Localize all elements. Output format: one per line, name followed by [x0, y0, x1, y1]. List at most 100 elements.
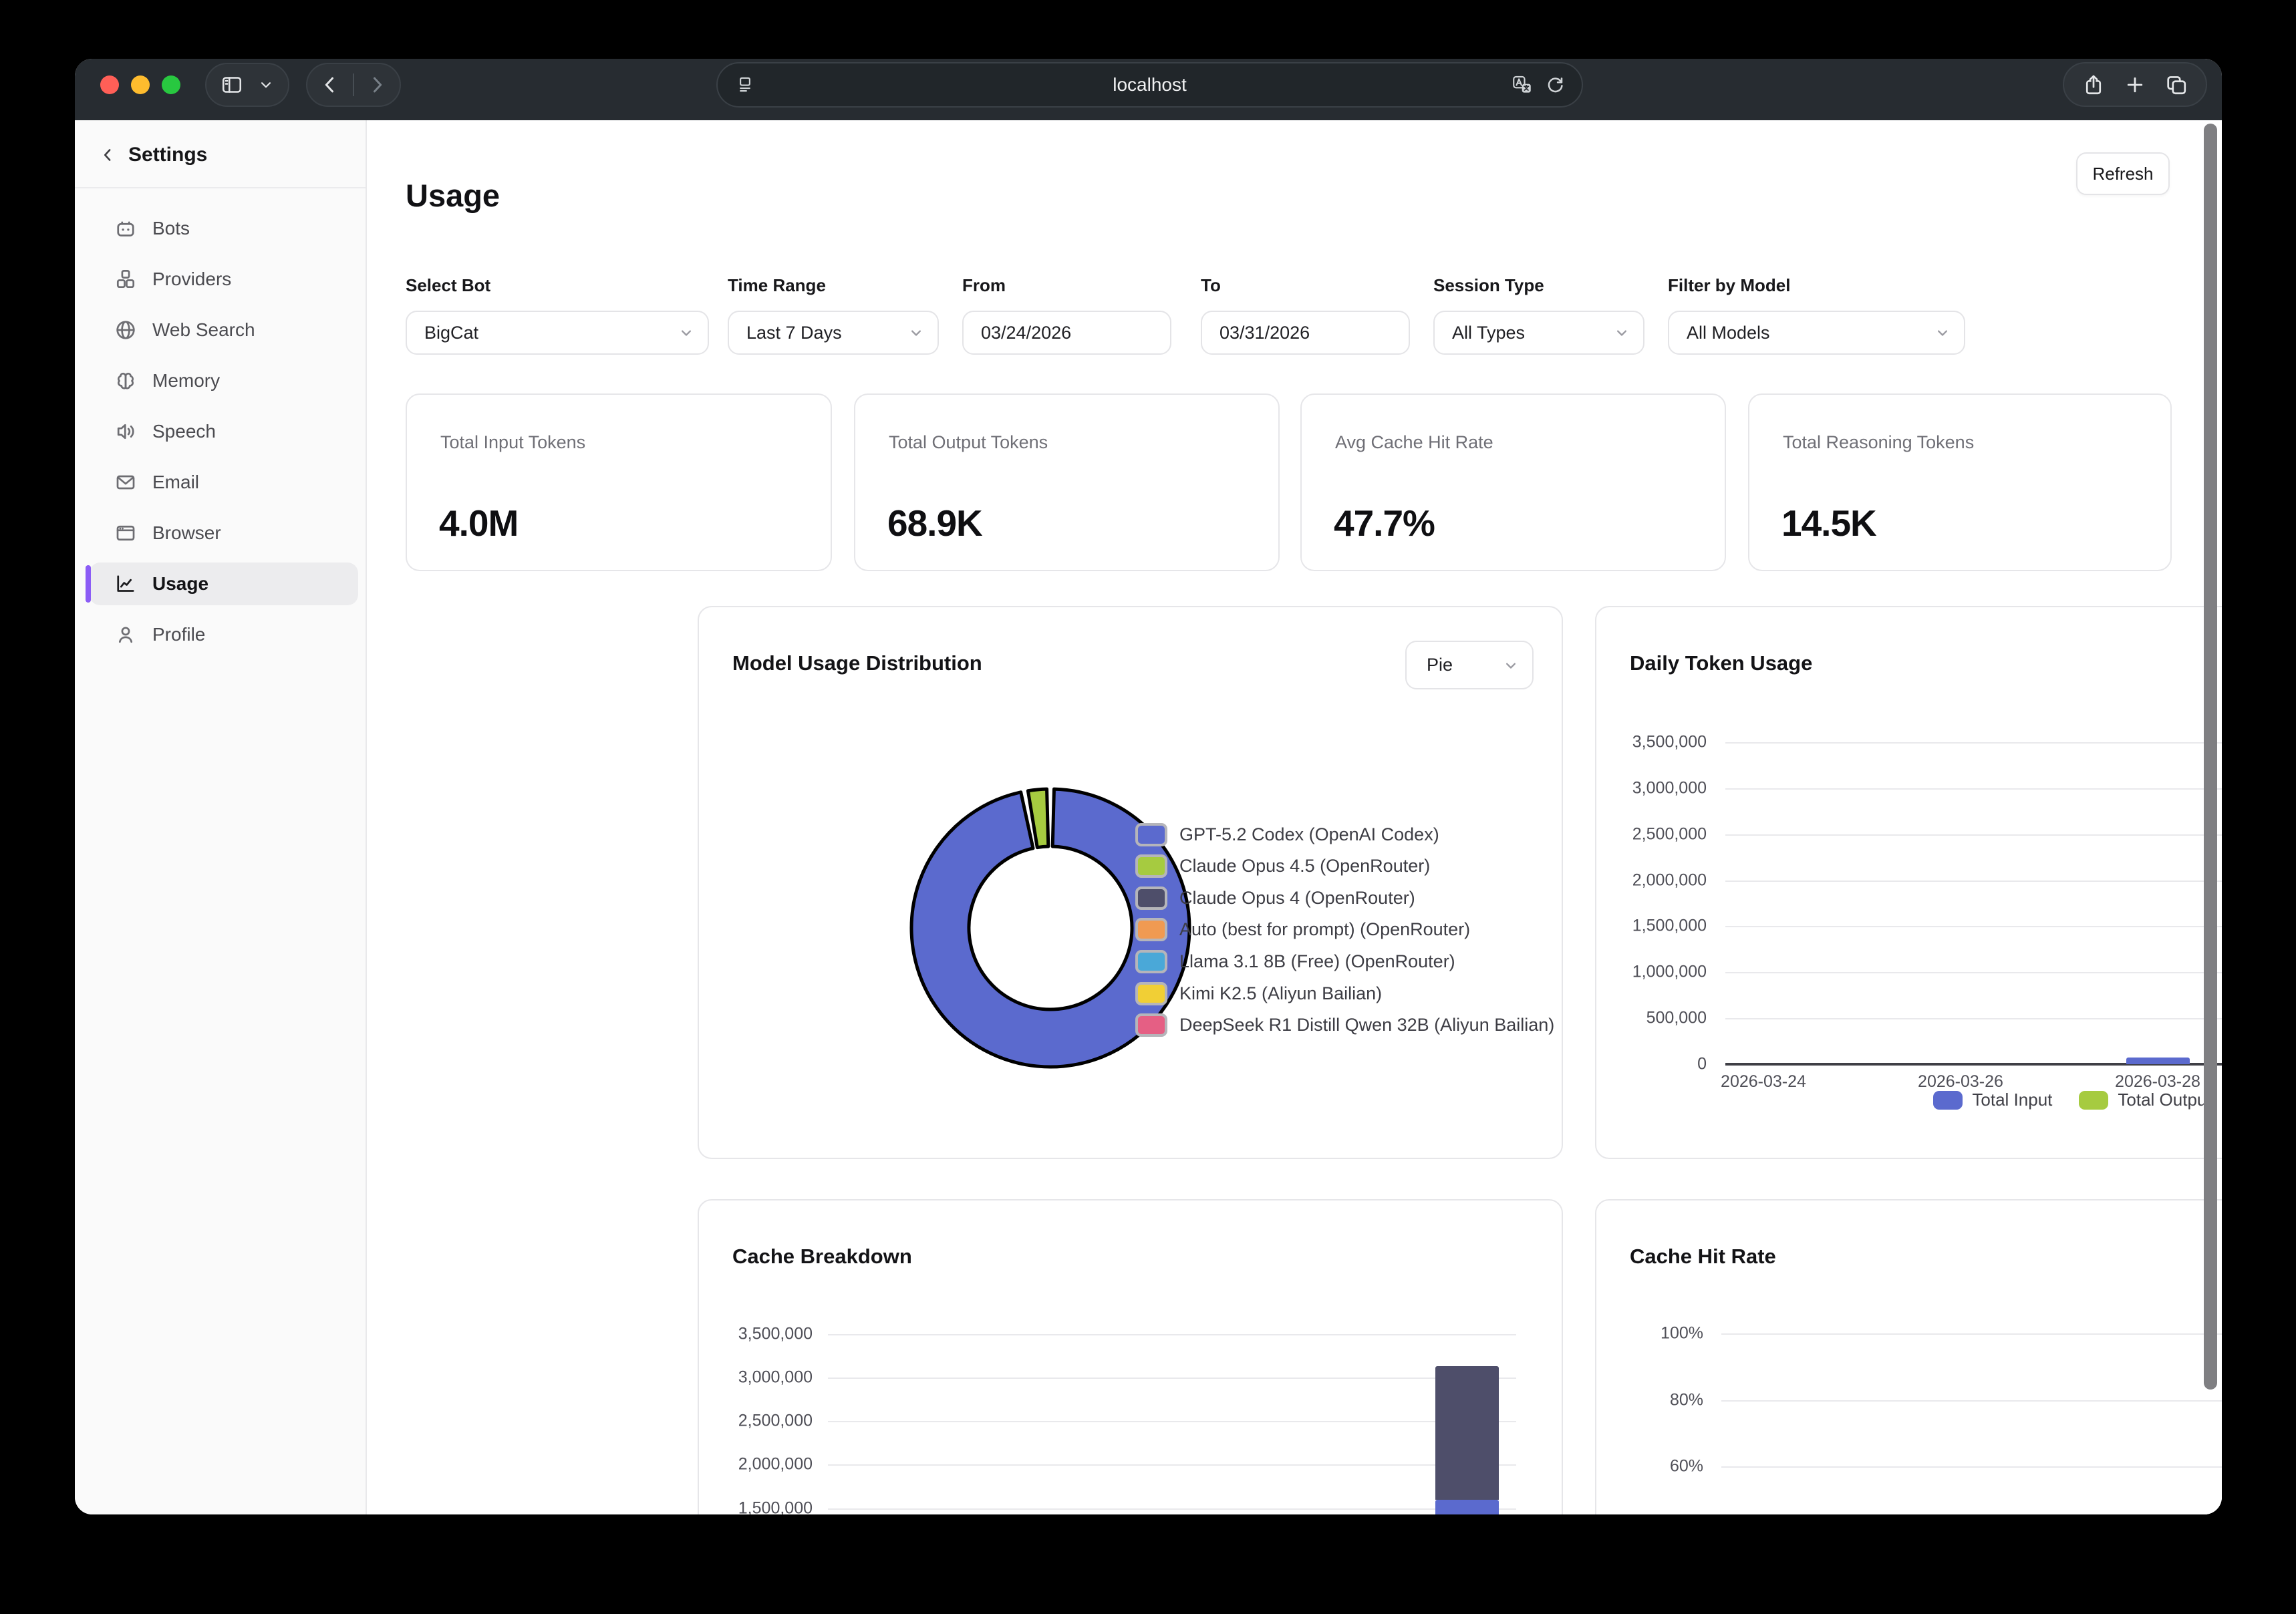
gridline: [1725, 834, 2222, 836]
selected-indicator: [86, 565, 91, 603]
filter-label: Session Type: [1433, 275, 1644, 296]
y-axis-tick: 3,500,000: [699, 1325, 813, 1344]
new-tab-icon[interactable]: [2123, 73, 2147, 97]
filter-value: 03/31/2026: [1219, 323, 1310, 343]
gridline: [828, 1378, 1516, 1379]
tab-overview-icon[interactable]: [2164, 73, 2188, 97]
sidebar-item-label: Web Search: [152, 319, 255, 341]
filter-label: Filter by Model: [1668, 275, 1965, 296]
y-axis-tick: 2,000,000: [699, 1455, 813, 1474]
bot-icon: [114, 216, 138, 240]
page-scrollbar[interactable]: [2204, 124, 2217, 1390]
nav-buttons-group: [306, 63, 401, 107]
sidebar-item-browser[interactable]: Browser: [75, 508, 366, 558]
cache-hit-rate-chart: 100%80%60%40%: [1596, 1200, 2222, 1514]
forward-icon[interactable]: [366, 73, 388, 96]
filter-from: From 03/24/2026: [962, 275, 1171, 355]
sidebar-item-label: Memory: [152, 370, 220, 391]
back-chevron-icon[interactable]: [98, 145, 118, 165]
filter-label: Select Bot: [406, 275, 709, 296]
donut-chart: [699, 607, 1563, 1159]
cache-hit-rate-card: Cache Hit Rate 100%80%60%40%: [1595, 1199, 2222, 1514]
filter-select-bot: Select Bot BigCat: [406, 275, 709, 355]
bar-segment: [1435, 1500, 1499, 1514]
sidebar-item-email[interactable]: Email: [75, 457, 366, 508]
browser-window: localhost: [75, 59, 2222, 1514]
sidebar-item-label: Bots: [152, 218, 190, 239]
zoom-button[interactable]: [162, 75, 180, 94]
minimize-button[interactable]: [131, 75, 150, 94]
to-input[interactable]: 03/31/2026: [1201, 311, 1410, 355]
y-axis-tick: 3,500,000: [1596, 733, 1707, 752]
legend-item: Kimi K2.5 (Aliyun Bailian): [1135, 977, 1382, 1009]
speaker-icon: [114, 420, 138, 444]
sidebar-item-usage[interactable]: Usage: [75, 558, 366, 609]
cache-breakdown-chart: 500,0001,000,0001,500,0002,000,0002,500,…: [699, 1200, 1562, 1514]
stat-value: 68.9K: [887, 502, 982, 544]
y-axis-tick: 0: [1596, 1055, 1707, 1074]
stat-label: Total Reasoning Tokens: [1783, 432, 1974, 453]
session-type-select[interactable]: All Types: [1433, 311, 1644, 355]
sidebar-item-web-search[interactable]: Web Search: [75, 305, 366, 355]
close-button[interactable]: [100, 75, 119, 94]
chevron-down-icon[interactable]: [257, 76, 275, 94]
x-axis-tick: 2026-03-26: [1918, 1072, 2003, 1092]
gridline: [828, 1508, 1516, 1510]
filter-session-type: Session Type All Types: [1433, 275, 1644, 355]
share-icon[interactable]: [2082, 73, 2106, 97]
y-axis-tick: 1,000,000: [1596, 963, 1707, 982]
legend-swatch: [1135, 982, 1167, 1005]
filter-to: To 03/31/2026: [1201, 275, 1410, 355]
sidebar-item-bots[interactable]: Bots: [75, 203, 366, 254]
person-icon: [114, 623, 138, 647]
translate-icon[interactable]: [1511, 73, 1534, 96]
legend-label: Total Input: [1972, 1090, 2052, 1110]
x-axis-tick: 2026-03-28: [2115, 1072, 2200, 1092]
gridline: [1725, 742, 2222, 744]
filter-value: Last 7 Days: [746, 323, 842, 343]
cache-hit-rate-line: [2158, 1493, 2222, 1514]
refresh-button[interactable]: Refresh: [2076, 152, 2170, 195]
from-input[interactable]: 03/24/2026: [962, 311, 1171, 355]
sidebar-item-label: Email: [152, 472, 199, 493]
y-axis-tick: 2,000,000: [1596, 870, 1707, 890]
legend-label: Auto (best for prompt) (OpenRouter): [1179, 919, 1470, 940]
usage-page: Usage Refresh Select BotBigCatTime Range…: [367, 120, 2222, 1514]
filter-label: From: [962, 275, 1171, 296]
x-axis-tick: 2026-03-24: [1721, 1072, 1806, 1092]
y-axis-tick: 3,000,000: [1596, 778, 1707, 798]
sidebar-item-label: Speech: [152, 421, 216, 442]
y-axis-tick: 2,500,000: [699, 1412, 813, 1431]
y-axis-tick: 1,500,000: [699, 1498, 813, 1514]
back-icon[interactable]: [319, 73, 341, 96]
sidebar-item-memory[interactable]: Memory: [75, 355, 366, 406]
stat-card-total-input-tokens: Total Input Tokens4.0M: [406, 393, 832, 571]
filter-by-model-select[interactable]: All Models: [1668, 311, 1965, 355]
reload-icon[interactable]: [1544, 74, 1566, 96]
address-bar[interactable]: localhost: [716, 62, 1583, 108]
nav-divider: [353, 73, 354, 96]
settings-sidebar: Settings Bots Providers Web Search Memory Sp…: [75, 120, 367, 1514]
select-bot-select[interactable]: BigCat: [406, 311, 709, 355]
stat-label: Avg Cache Hit Rate: [1335, 432, 1493, 453]
sidebar-item-profile[interactable]: Profile: [75, 609, 366, 660]
legend-item: Total Output: [2079, 1090, 2211, 1110]
sidebar-toggle-icon[interactable]: [220, 73, 244, 97]
gridline: [828, 1334, 1516, 1335]
providers-icon: [114, 267, 138, 291]
sidebar-nav: Bots Providers Web Search Memory Speech Email…: [75, 203, 366, 660]
stat-value: 14.5K: [1781, 502, 1876, 544]
sidebar-title: Settings: [128, 144, 207, 166]
bar-segment: [2126, 1058, 2190, 1064]
filter-label: To: [1201, 275, 1410, 296]
time-range-select[interactable]: Last 7 Days: [728, 311, 939, 355]
sidebar-item-providers[interactable]: Providers: [75, 254, 366, 305]
chevron-down-icon: [1612, 323, 1631, 342]
sidebar-item-speech[interactable]: Speech: [75, 406, 366, 457]
sidebar-item-label: Providers: [152, 269, 231, 290]
sidebar-item-label: Usage: [152, 573, 208, 595]
stat-label: Total Input Tokens: [440, 432, 585, 453]
legend-item: Claude Opus 4.5 (OpenRouter): [1135, 850, 1430, 882]
filter-label: Time Range: [728, 275, 939, 296]
filter-value: 03/24/2026: [981, 323, 1071, 343]
